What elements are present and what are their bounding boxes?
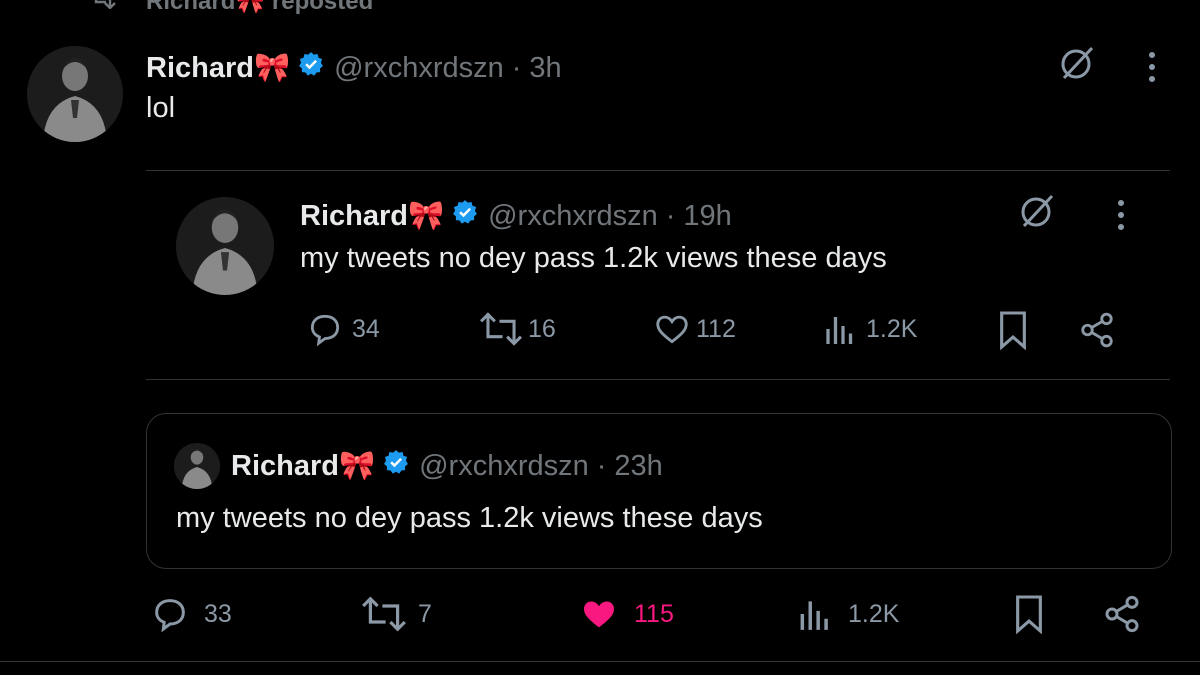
reply-icon	[306, 310, 344, 348]
embedded-separator: ·	[665, 199, 676, 232]
embedded-avatar[interactable]	[176, 197, 274, 295]
reply-button[interactable]: 33	[150, 594, 232, 634]
main-timestamp[interactable]: 3h	[529, 52, 561, 85]
embedded-timestamp[interactable]: 19h	[683, 200, 731, 233]
like-count: 112	[696, 314, 736, 343]
bookmark-icon[interactable]	[1012, 594, 1046, 639]
views-icon	[796, 594, 834, 634]
views-count: 1.2K	[866, 314, 918, 343]
divider	[0, 661, 1200, 662]
quoted-handle[interactable]: @rxchxrdszn	[419, 450, 589, 483]
repost-icon	[88, 0, 118, 16]
divider	[146, 170, 1170, 171]
repost-button[interactable]: 7	[360, 594, 432, 634]
repost-button[interactable]: 16	[478, 310, 556, 348]
repost-banner: Richard🎀 reposted	[88, 0, 373, 16]
reply-count: 34	[352, 314, 380, 343]
like-button[interactable]: 115	[578, 594, 674, 634]
grok-icon[interactable]	[1058, 44, 1096, 87]
verified-icon	[452, 199, 478, 233]
more-icon[interactable]	[1144, 50, 1160, 89]
main-tweet-header: Richard🎀 @rxchxrdszn · 3h	[146, 48, 562, 88]
reply-count: 33	[204, 599, 232, 628]
views-icon	[822, 310, 858, 348]
like-icon	[578, 594, 620, 634]
repost-count: 7	[418, 599, 432, 628]
views-count: 1.2K	[848, 599, 900, 628]
bookmark-icon[interactable]	[996, 310, 1030, 355]
views-button[interactable]: 1.2K	[822, 310, 917, 348]
reply-icon	[150, 594, 190, 634]
quoted-display-name[interactable]: Richard🎀	[231, 449, 375, 483]
share-icon[interactable]	[1102, 594, 1142, 639]
quoted-avatar[interactable]	[174, 443, 220, 489]
repost-count: 16	[528, 314, 556, 343]
quoted-separator: ·	[596, 449, 607, 482]
repost-icon	[478, 310, 524, 348]
main-separator: ·	[511, 51, 522, 84]
reply-button[interactable]: 34	[306, 310, 380, 348]
grok-icon[interactable]	[1018, 192, 1056, 235]
embedded-tweet-text: my tweets no dey pass 1.2k views these d…	[300, 242, 887, 274]
share-icon[interactable]	[1078, 310, 1116, 355]
main-avatar[interactable]	[27, 46, 123, 142]
quoted-tweet-card[interactable]	[146, 413, 1172, 569]
quoted-tweet-header: Richard🎀 @rxchxrdszn · 23h	[231, 446, 663, 486]
verified-icon	[298, 51, 324, 85]
main-handle[interactable]: @rxchxrdszn	[334, 52, 504, 85]
main-display-name[interactable]: Richard🎀	[146, 51, 290, 85]
like-count: 115	[634, 599, 674, 628]
quoted-timestamp[interactable]: 23h	[614, 450, 662, 483]
like-button[interactable]: 112	[652, 310, 736, 348]
views-button[interactable]: 1.2K	[796, 594, 899, 634]
divider	[146, 379, 1170, 380]
embedded-display-name[interactable]: Richard🎀	[300, 199, 444, 233]
quoted-tweet-text: my tweets no dey pass 1.2k views these d…	[176, 502, 763, 534]
repost-banner-text: Richard🎀 reposted	[146, 0, 374, 15]
main-tweet-text: lol	[146, 92, 176, 124]
embedded-handle[interactable]: @rxchxrdszn	[488, 200, 658, 233]
repost-icon	[360, 594, 408, 634]
embedded-tweet-header: Richard🎀 @rxchxrdszn · 19h	[300, 196, 732, 236]
verified-icon	[383, 449, 409, 483]
like-icon	[652, 310, 692, 348]
more-icon[interactable]	[1113, 198, 1129, 237]
